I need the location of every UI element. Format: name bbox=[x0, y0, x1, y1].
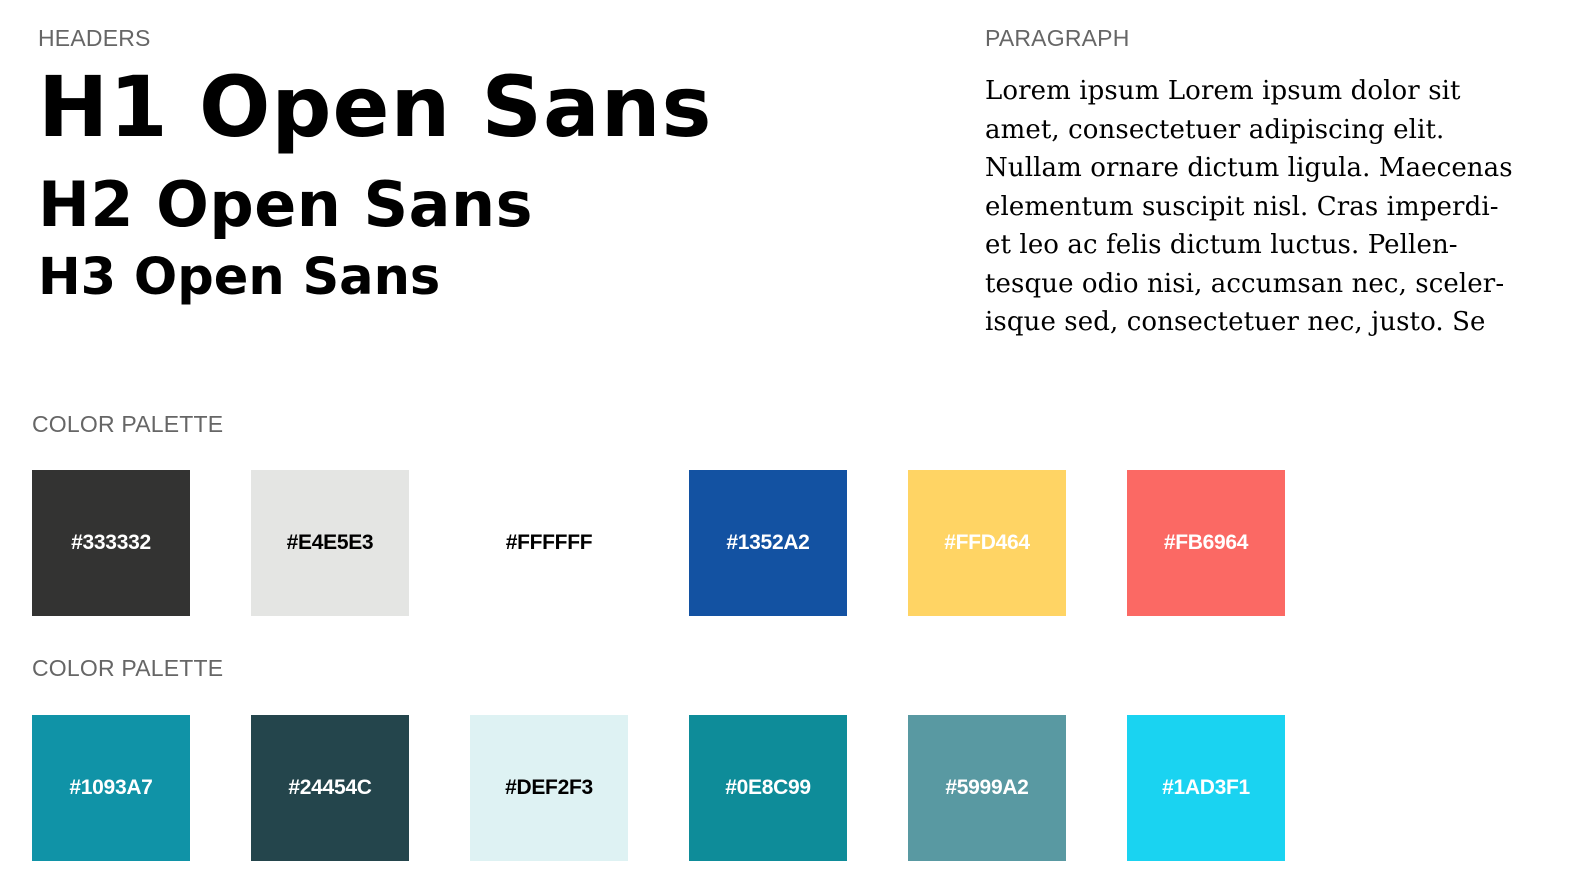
color-swatch: #0E8C99 bbox=[689, 715, 847, 861]
h2-sample: H2 Open Sans bbox=[38, 168, 534, 241]
color-swatch: #FFD464 bbox=[908, 470, 1066, 616]
color-swatch: #1AD3F1 bbox=[1127, 715, 1285, 861]
paragraph-line: Lorem ipsum Lorem ipsum dolor sit bbox=[985, 76, 1461, 106]
paragraph-line: Nullam ornare dictum ligula. Maecenas bbox=[985, 153, 1513, 183]
color-swatch: #DEF2F3 bbox=[470, 715, 628, 861]
color-swatch: #333332 bbox=[32, 470, 190, 616]
color-swatch: #1093A7 bbox=[32, 715, 190, 861]
color-swatch: #E4E5E3 bbox=[251, 470, 409, 616]
paragraph-line: amet, consectetuer adipiscing elit. bbox=[985, 114, 1445, 145]
h1-sample: H1 Open Sans bbox=[38, 58, 713, 156]
color-swatch: #24454C bbox=[251, 715, 409, 861]
color-swatch: #FFFFFF bbox=[470, 470, 628, 616]
h3-sample: H3 Open Sans bbox=[38, 248, 441, 307]
paragraph-line: elementum suscipit nisl. Cras imperdi- bbox=[985, 191, 1499, 222]
headers-label: HEADERS bbox=[38, 25, 151, 51]
color-palette-label-2: COLOR PALETTE bbox=[32, 655, 224, 681]
color-swatch: #5999A2 bbox=[908, 715, 1066, 861]
color-swatch: #1352A2 bbox=[689, 470, 847, 616]
paragraph-sample: Lorem ipsum Lorem ipsum dolor sit amet, … bbox=[985, 72, 1530, 342]
color-swatch: #FB6964 bbox=[1127, 470, 1285, 616]
paragraph-line: et leo ac felis dictum luctus. Pellen- bbox=[985, 230, 1458, 260]
color-palette-label-1: COLOR PALETTE bbox=[32, 411, 224, 437]
paragraph-line: tesque odio nisi, accumsan nec, sceler- bbox=[985, 268, 1505, 299]
paragraph-label: PARAGRAPH bbox=[985, 25, 1130, 51]
paragraph-line: isque sed, consectetuer nec, justo. Se bbox=[985, 307, 1486, 337]
